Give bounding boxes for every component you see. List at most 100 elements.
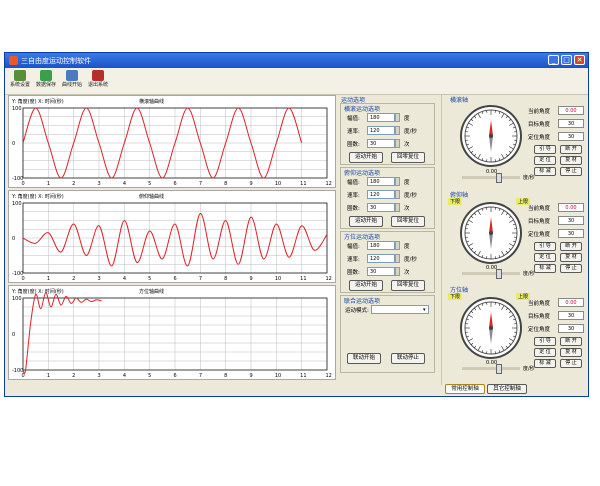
- roll-reset-button[interactable]: 回零复位: [391, 152, 425, 163]
- group-title: 横滚运动选项: [344, 106, 381, 113]
- spinner[interactable]: [395, 241, 400, 250]
- readout-label: 定位角度: [528, 135, 551, 141]
- tab-common-axes[interactable]: 常用控制轴: [445, 384, 485, 394]
- stop-button[interactable]: 停 止: [560, 264, 582, 273]
- spinner[interactable]: [395, 126, 400, 135]
- roll-cycles-input[interactable]: 30: [367, 139, 395, 148]
- save-data-button[interactable]: 数据保存: [35, 70, 57, 92]
- x-tick-label: 1: [47, 181, 50, 187]
- curve-start-button[interactable]: 曲线开始: [61, 70, 83, 92]
- guide-button[interactable]: 引 导: [534, 337, 556, 346]
- spinner[interactable]: [395, 254, 400, 263]
- position-button[interactable]: 定 位: [534, 156, 556, 165]
- roll-dial: [460, 105, 522, 167]
- unit-label: 次: [404, 206, 410, 212]
- spinner[interactable]: [395, 190, 400, 199]
- speed-button[interactable]: 标 减: [534, 264, 556, 273]
- stop-button[interactable]: 停 止: [560, 359, 582, 368]
- roll-start-button[interactable]: 运动开始: [349, 152, 383, 163]
- minimize-button[interactable]: _: [548, 55, 559, 65]
- x-tick-label: 11: [300, 276, 306, 282]
- guide-button[interactable]: 引 导: [534, 145, 556, 154]
- dial-hub: [489, 326, 493, 330]
- y-tick-label: 0: [12, 332, 15, 338]
- x-tick-label: 12: [326, 373, 332, 379]
- pitch-cycles-input[interactable]: 30: [367, 203, 395, 212]
- field-label: 幅值:: [347, 244, 360, 250]
- position-button[interactable]: 定 位: [534, 348, 556, 357]
- close-button[interactable]: ✕: [574, 55, 585, 65]
- position-angle-input[interactable]: 30: [558, 132, 584, 141]
- motion-mode-select[interactable]: [371, 305, 429, 314]
- x-tick-label: 2: [72, 181, 75, 187]
- unit-label: 次: [404, 142, 410, 148]
- rate-slider[interactable]: [462, 269, 520, 279]
- speed-button[interactable]: 标 减: [534, 359, 556, 368]
- yaw-amplitude-input[interactable]: 180: [367, 241, 395, 250]
- joint-stop-button[interactable]: 联动停止: [391, 353, 425, 364]
- disconnect-button[interactable]: 断 开: [560, 242, 582, 251]
- position-angle-input[interactable]: 30: [558, 229, 584, 238]
- lower-limit-indicator: 下限: [448, 198, 463, 205]
- gear-icon: [14, 70, 26, 81]
- app-icon: [9, 56, 18, 65]
- reset-button[interactable]: 复 材: [560, 156, 582, 165]
- x-tick-label: 10: [275, 373, 281, 379]
- x-tick-label: 3: [98, 276, 101, 282]
- x-tick-label: 4: [123, 276, 126, 282]
- dial-face: [464, 109, 518, 163]
- stop-button[interactable]: 停 止: [560, 167, 582, 176]
- yaw-start-button[interactable]: 运动开始: [349, 280, 383, 291]
- yaw-chart: Y: 角度(度) X: 时间(秒) 方位轴曲线 100 0 -100 0 1 2 3 4 5 6 7…: [8, 285, 336, 380]
- unit-label: 度/秒: [404, 193, 417, 199]
- target-angle-input[interactable]: 30: [558, 216, 584, 225]
- system-settings-button[interactable]: 系统设置: [9, 70, 31, 92]
- target-angle-input[interactable]: 30: [558, 311, 584, 320]
- reset-button[interactable]: 复 材: [560, 348, 582, 357]
- roll-rate-input[interactable]: 120: [367, 126, 395, 135]
- pitch-options-group: 俯仰运动选项 幅值: 180 度 速率: 120 度/秒 圈数: 30 次 运动…: [340, 167, 435, 229]
- field-label: 速率:: [347, 193, 360, 199]
- roll-amplitude-input[interactable]: 180: [367, 113, 395, 122]
- joint-start-button[interactable]: 联动开始: [347, 353, 381, 364]
- spinner[interactable]: [395, 139, 400, 148]
- guide-button[interactable]: 引 导: [534, 242, 556, 251]
- position-button[interactable]: 定 位: [534, 253, 556, 262]
- spinner[interactable]: [395, 203, 400, 212]
- tab-other-axes[interactable]: 其它控制轴: [487, 384, 527, 394]
- x-tick-label: 11: [300, 373, 306, 379]
- maximize-button[interactable]: □: [561, 55, 572, 65]
- reset-button[interactable]: 复 材: [560, 253, 582, 262]
- rate-slider[interactable]: [462, 364, 520, 374]
- yaw-cycles-input[interactable]: 30: [367, 267, 395, 276]
- spinner[interactable]: [395, 113, 400, 122]
- x-tick-label: 5: [148, 373, 151, 379]
- yaw-axis-panel: 方位轴 下限 上限 0.00 度/秒 当前角度 0.00 目标角度 30 定位角…: [442, 285, 588, 380]
- position-angle-input[interactable]: 30: [558, 324, 584, 333]
- speed-button[interactable]: 标 减: [534, 167, 556, 176]
- x-tick-label: 8: [224, 373, 227, 379]
- yaw-reset-button[interactable]: 回零复位: [391, 280, 425, 291]
- disconnect-button[interactable]: 断 开: [560, 145, 582, 154]
- pitch-rate-input[interactable]: 120: [367, 190, 395, 199]
- exit-button[interactable]: 退出系统: [87, 70, 109, 92]
- x-tick-label: 1: [47, 373, 50, 379]
- spinner[interactable]: [395, 177, 400, 186]
- disconnect-button[interactable]: 断 开: [560, 337, 582, 346]
- pitch-dial: [460, 202, 522, 264]
- yaw-chart-plot: 1000-1000 1 2 3 4 5 6 7 8 9 10 11 12: [12, 292, 332, 379]
- dial-hub: [489, 134, 493, 138]
- pitch-reset-button[interactable]: 回零复位: [391, 216, 425, 227]
- x-tick-label: 6: [174, 276, 177, 282]
- spinner[interactable]: [395, 267, 400, 276]
- rate-slider[interactable]: [462, 173, 520, 183]
- pitch-start-button[interactable]: 运动开始: [349, 216, 383, 227]
- x-tick-label: 10: [275, 181, 281, 187]
- group-title: 俯仰运动选项: [344, 170, 381, 177]
- pitch-amplitude-input[interactable]: 180: [367, 177, 395, 186]
- target-angle-input[interactable]: 30: [558, 119, 584, 128]
- title-bar[interactable]: 三自由度运动控制软件 _ □ ✕: [5, 53, 588, 68]
- series-line: [22, 292, 102, 374]
- window-title: 三自由度运动控制软件: [21, 57, 91, 65]
- yaw-rate-input[interactable]: 120: [367, 254, 395, 263]
